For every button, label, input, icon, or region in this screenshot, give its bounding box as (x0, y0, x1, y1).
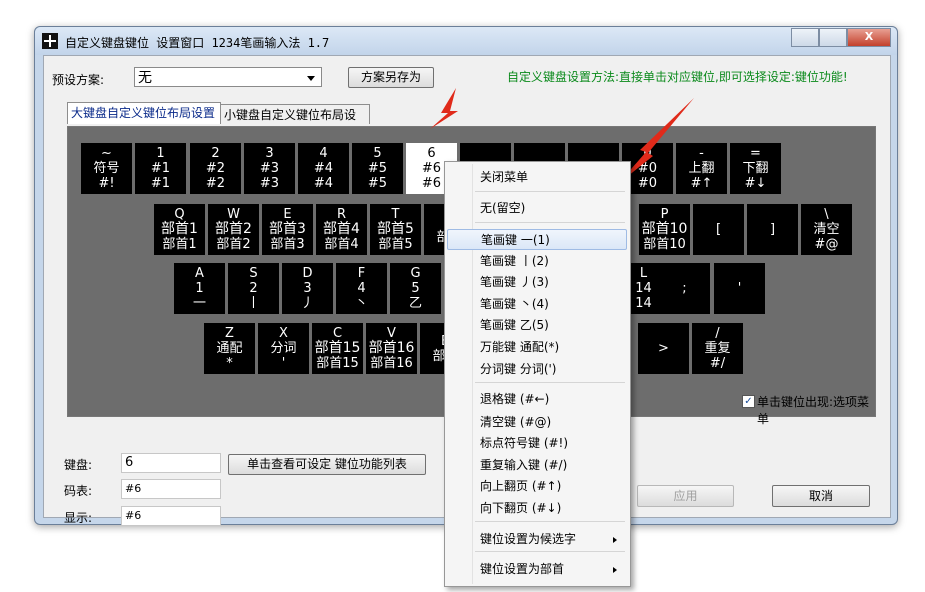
menu-item-1[interactable]: 无(留空) (447, 198, 627, 219)
context-menu: 关闭菜单无(留空) 笔画键 一(1) 笔画键 丨(2) 笔画键 丿(3) 笔画键 丶(4… (444, 161, 631, 587)
menu-item-label: 无(留空) (480, 201, 526, 215)
menu-item-label: 笔画键 丶(4) (480, 297, 549, 311)
menu-item-8[interactable]: 分词键 分词(') (447, 359, 627, 380)
menu-item-7[interactable]: 万能键 通配(*) (447, 337, 627, 358)
menu-item-16[interactable]: 键位设置为部首 (447, 559, 627, 580)
menu-separator (475, 551, 625, 552)
menu-item-2[interactable]: 笔画键 一(1) (447, 229, 627, 250)
menu-item-label: 笔画键 一(1) (481, 233, 550, 247)
menu-item-label: 向下翻页 (#↓) (480, 501, 562, 515)
menu-item-label: 重复输入键 (#/) (480, 458, 568, 472)
menu-item-label: 关闭菜单 (480, 170, 529, 184)
menu-item-label: 键位设置为候选字 (480, 532, 577, 546)
menu-item-13[interactable]: 向上翻页 (#↑) (447, 476, 627, 497)
menu-item-label: 笔画键 丨(2) (480, 254, 549, 268)
menu-item-label: 笔画键 丿(3) (480, 275, 549, 289)
menu-item-label: 清空键 (#@) (480, 415, 552, 429)
menu-separator (475, 222, 625, 223)
menu-item-label: 分词键 分词(') (480, 362, 557, 376)
menu-item-3[interactable]: 笔画键 丨(2) (447, 251, 627, 272)
menu-item-6[interactable]: 笔画键 乙(5) (447, 315, 627, 336)
red-arrow-left (430, 88, 458, 129)
menu-item-5[interactable]: 笔画键 丶(4) (447, 294, 627, 315)
menu-item-9[interactable]: 退格键 (#←) (447, 389, 627, 410)
submenu-arrow-icon (613, 567, 617, 573)
menu-item-12[interactable]: 重复输入键 (#/) (447, 455, 627, 476)
menu-separator (475, 521, 625, 522)
submenu-arrow-icon (613, 537, 617, 543)
menu-item-4[interactable]: 笔画键 丿(3) (447, 272, 627, 293)
menu-item-11[interactable]: 标点符号键 (#!) (447, 433, 627, 454)
menu-item-label: 万能键 通配(*) (480, 340, 560, 354)
menu-item-14[interactable]: 向下翻页 (#↓) (447, 498, 627, 519)
menu-item-10[interactable]: 清空键 (#@) (447, 412, 627, 433)
menu-item-0[interactable]: 关闭菜单 (447, 167, 627, 188)
menu-item-label: 标点符号键 (#!) (480, 436, 569, 450)
menu-separator (475, 191, 625, 192)
menu-item-label: 笔画键 乙(5) (480, 318, 549, 332)
menu-separator (475, 382, 625, 383)
menu-item-label: 向上翻页 (#↑) (480, 479, 562, 493)
menu-item-15[interactable]: 键位设置为候选字 (447, 529, 627, 550)
menu-item-label: 键位设置为部首 (480, 562, 565, 576)
menu-item-label: 退格键 (#←) (480, 392, 550, 406)
